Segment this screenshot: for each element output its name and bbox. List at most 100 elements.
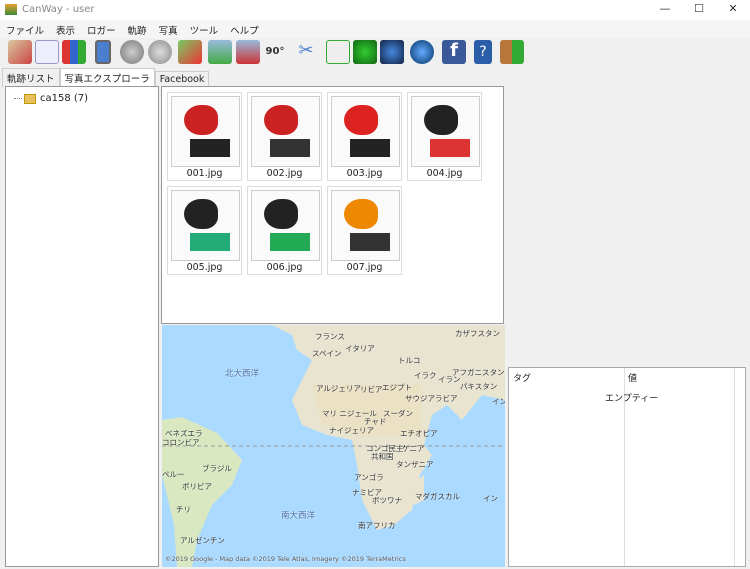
photo-image (331, 96, 400, 167)
map-label: カザフスタン (455, 329, 500, 338)
map-label: トルコ (398, 356, 421, 365)
photo-thumbnail[interactable]: 001.jpg (167, 92, 242, 181)
photo-image (411, 96, 480, 167)
empty-message: エンプティー (605, 394, 659, 404)
photo-filename: 007.jpg (346, 262, 383, 273)
map-label: 南アフリカ (358, 521, 396, 530)
map-land (162, 325, 505, 567)
database-erase-icon[interactable] (148, 40, 172, 64)
photo-image (251, 190, 320, 261)
gpx-export-icon[interactable] (353, 40, 377, 64)
photo-remove-icon[interactable] (236, 40, 260, 64)
kml-export-icon[interactable] (380, 40, 404, 64)
toolbar: 90° ✂ f ? (0, 38, 750, 66)
photo-thumbnail[interactable]: 003.jpg (327, 92, 402, 181)
tab-facebook[interactable]: Facebook (154, 71, 210, 87)
map-label: エジプト (382, 383, 412, 392)
maximize-button[interactable]: ☐ (684, 2, 714, 18)
tab-track-list[interactable]: 軌跡リスト (2, 68, 60, 87)
database-upload-icon[interactable] (120, 40, 144, 64)
track-icon[interactable] (35, 40, 59, 64)
photo-filename: 002.jpg (266, 168, 303, 179)
map-label: タンザニア (396, 460, 434, 469)
photo-filename: 001.jpg (186, 168, 223, 179)
photo-thumbnail[interactable]: 007.jpg (327, 186, 402, 275)
column-tag: タグ (513, 374, 532, 384)
photo-thumbnail[interactable]: 006.jpg (247, 186, 322, 275)
csv-export-icon[interactable] (326, 40, 350, 64)
map-label: リビア (360, 385, 383, 394)
menu-track[interactable]: 軌跡 (122, 20, 153, 40)
map-pin-icon[interactable] (8, 40, 32, 64)
photo-image (171, 190, 240, 261)
map-label: アルジェリア (316, 384, 361, 393)
map-label: フランス (315, 332, 345, 341)
tab-photo-explorer[interactable]: 写真エクスプローラ (59, 68, 155, 87)
menu-logger[interactable]: ロガー (81, 20, 122, 40)
close-button[interactable]: ✕ (718, 2, 748, 18)
map-label: ケニア (402, 444, 425, 453)
map-label: ブラジル (202, 464, 232, 473)
map-label: ボツワナ (372, 496, 402, 505)
photo-thumbnail[interactable]: 002.jpg (247, 92, 322, 181)
photo-filename: 004.jpg (426, 168, 463, 179)
map-label: スーダン (383, 409, 413, 418)
menu-tools[interactable]: ツール (184, 20, 225, 40)
menu-bar: ファイル 表示 ロガー 軌跡 写真 ツール ヘルプ (0, 20, 750, 38)
map-label: アンゴラ (354, 473, 384, 482)
map-label: エチオピア (400, 429, 438, 438)
photo-image (331, 190, 400, 261)
minimize-button[interactable]: — (650, 2, 680, 18)
map-label: ボリビア (182, 482, 212, 491)
window-title: CanWay - user (22, 4, 95, 15)
map-label: サウジアラビア (405, 394, 458, 403)
photo-image (171, 96, 240, 167)
menu-photo[interactable]: 写真 (153, 20, 184, 40)
map-attribution: ©2019 Google - Map data ©2019 Tele Atlas… (165, 555, 406, 563)
map-label: コロンビア (162, 438, 200, 447)
map-label: アルゼンチン (180, 536, 225, 545)
photo-thumbnail[interactable]: 004.jpg (407, 92, 482, 181)
photo-filename: 003.jpg (346, 168, 383, 179)
column-value: 値 (628, 374, 638, 384)
menu-file[interactable]: ファイル (0, 20, 50, 40)
map-remove-icon[interactable] (178, 40, 202, 64)
map-label: イタリア (345, 344, 375, 353)
map-label: 北大西洋 (225, 369, 260, 379)
map-label: ペルー (162, 470, 185, 479)
folder-tree: ca158 (7) (5, 86, 159, 567)
help-icon[interactable]: ? (474, 40, 492, 64)
chart-icon[interactable] (62, 40, 86, 64)
map-label: スペイン (312, 349, 342, 358)
tools-icon[interactable]: ✂ (294, 40, 318, 64)
map-label: イラク (414, 371, 437, 380)
property-grid: タグ 値 エンプティー (508, 367, 746, 567)
map-view[interactable]: フランス カザフスタン スペイン イタリア トルコ アフガニスタン 北大西洋 イラク イラン パキ… (162, 325, 505, 567)
map-label: マダガスカル (415, 492, 460, 501)
map-label: チリ (176, 505, 191, 514)
photo-filename: 006.jpg (266, 262, 303, 273)
map-label: 共和国 (371, 452, 394, 461)
menu-help[interactable]: ヘルプ (224, 20, 265, 40)
rotate-90-icon[interactable]: 90° (263, 40, 287, 64)
folder-icon (24, 93, 36, 104)
title-bar: CanWay - user — ☐ ✕ (0, 0, 750, 20)
map-label: 南大西洋 (281, 511, 316, 521)
map-label: ナイジェリア (329, 426, 374, 435)
google-earth-icon[interactable] (410, 40, 434, 64)
photo-thumbnail[interactable]: 005.jpg (167, 186, 242, 275)
map-label: パキスタン (460, 382, 498, 391)
photo-thumbnails: 001.jpg 002.jpg 003.jpg 004.jpg 005.jpg 006.j… (161, 86, 504, 324)
photo-filename: 005.jpg (186, 262, 223, 273)
photo-add-icon[interactable] (208, 40, 232, 64)
map-label: イラン (438, 375, 461, 384)
exit-icon[interactable] (500, 40, 524, 64)
photo-image (251, 96, 320, 167)
app-icon (5, 4, 17, 15)
facebook-icon[interactable]: f (442, 40, 466, 64)
device-icon[interactable] (95, 40, 111, 64)
tree-item-folder[interactable]: ca158 (7) (14, 93, 88, 104)
map-label: イン (483, 494, 498, 503)
menu-view[interactable]: 表示 (50, 20, 81, 40)
folder-label: ca158 (7) (40, 93, 89, 104)
